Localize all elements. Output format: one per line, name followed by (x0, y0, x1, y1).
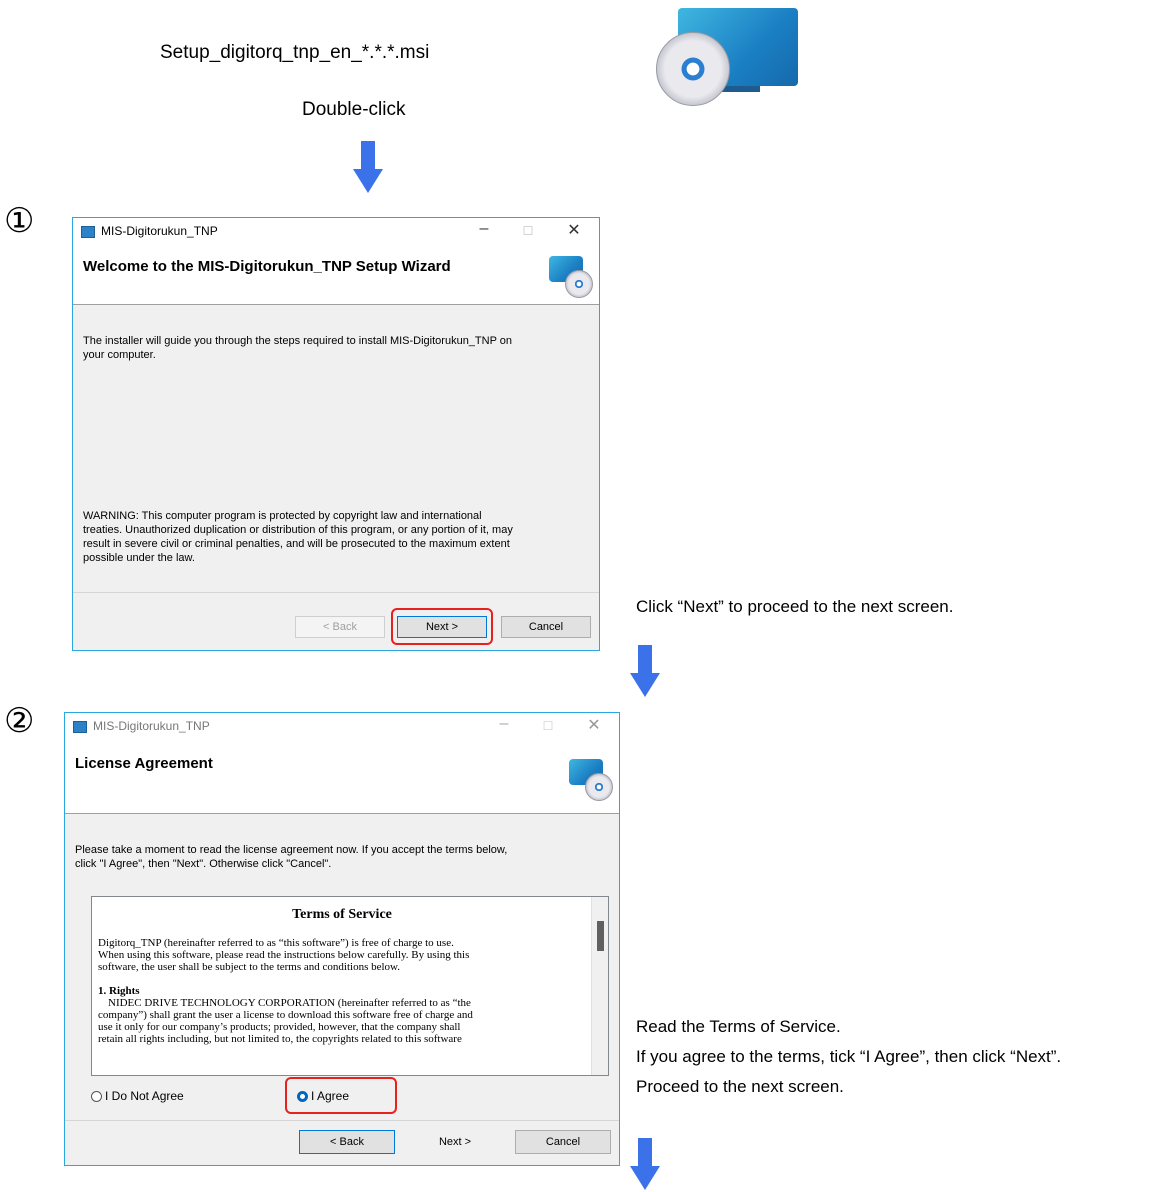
cancel-button[interactable]: Cancel (501, 616, 591, 638)
window-title: MIS-Digitorukun_TNP (101, 224, 218, 238)
close-icon[interactable]: ✕ (583, 715, 605, 735)
intro-line-1: The installer will guide you through the… (83, 335, 513, 347)
rights-line: retain all rights including, but not lim… (98, 1033, 462, 1045)
down-arrow-icon (630, 645, 660, 699)
terms-of-service-box[interactable]: Terms of Service Digitorq_TNP (hereinaft… (91, 896, 609, 1076)
terms-para-line: When using this software, please read th… (98, 949, 470, 961)
warning-line-3: result in severe civil or criminal penal… (83, 538, 510, 550)
rights-line: NIDEC DRIVE TECHNOLOGY CORPORATION (here… (108, 997, 471, 1009)
scrollbar-thumb[interactable] (597, 921, 604, 951)
app-icon (81, 226, 95, 238)
minimize-icon[interactable]: – (493, 715, 515, 733)
radio-label: I Do Not Agree (105, 1089, 184, 1103)
wizard-header: Welcome to the MIS-Digitorukun_TNP Setup… (73, 246, 599, 305)
wizard-header: License Agreement (65, 741, 619, 814)
down-arrow-icon (630, 1138, 660, 1192)
maximize-icon[interactable]: ☐ (517, 224, 539, 238)
title-bar: MIS-Digitorukun_TNP – ☐ ✕ (73, 218, 599, 246)
wizard-heading: License Agreement (75, 755, 213, 772)
setup-pc-icon[interactable] (650, 8, 800, 108)
step-1-instruction: Click “Next” to proceed to the next scre… (636, 597, 954, 616)
rights-heading: 1. Rights (98, 985, 140, 997)
next-button[interactable]: Next > (407, 1130, 503, 1154)
radio-unselected-icon (91, 1091, 102, 1102)
double-click-caption: Double-click (302, 99, 406, 120)
radio-i-do-not-agree[interactable]: I Do Not Agree (91, 1089, 184, 1103)
separator (65, 1120, 619, 1121)
installer-file-name: Setup_digitorq_tnp_en_*.*.*.msi (160, 42, 430, 63)
warning-line-4: possible under the law. (83, 552, 195, 564)
setup-pc-icon (567, 759, 613, 801)
next-highlight (391, 608, 493, 645)
step-2-instruction-2: If you agree to the terms, tick “I Agree… (636, 1047, 1062, 1066)
terms-para-line: software, the user shall be subject to t… (98, 961, 401, 973)
step-2-instruction-3: Proceed to the next screen. (636, 1077, 844, 1096)
setup-pc-icon (547, 256, 593, 298)
warning-line-2: treaties. Unauthorized duplication or di… (83, 524, 513, 536)
down-arrow-icon (353, 141, 383, 195)
i-agree-highlight (285, 1077, 397, 1114)
step-2-instruction-1: Read the Terms of Service. (636, 1017, 841, 1036)
license-agreement-window: MIS-Digitorukun_TNP – ☐ ✕ License Agreem… (64, 712, 620, 1166)
maximize-icon[interactable]: ☐ (537, 719, 559, 733)
app-icon (73, 721, 87, 733)
terms-para-line: Digitorq_TNP (hereinafter referred to as… (98, 937, 454, 949)
separator (73, 592, 599, 593)
title-bar: MIS-Digitorukun_TNP – ☐ ✕ (65, 713, 619, 741)
back-button[interactable]: < Back (299, 1130, 395, 1154)
warning-line-1: WARNING: This computer program is protec… (83, 510, 482, 522)
rights-line: company”) shall grant the user a license… (98, 1009, 473, 1021)
window-title: MIS-Digitorukun_TNP (93, 719, 210, 733)
intro-line-1: Please take a moment to read the license… (75, 844, 508, 856)
terms-title: Terms of Service (292, 907, 392, 922)
intro-line-2: click "I Agree", then "Next". Otherwise … (75, 858, 332, 870)
rights-line: use it only for our company’s products; … (98, 1021, 461, 1033)
close-icon[interactable]: ✕ (563, 220, 585, 240)
wizard-heading: Welcome to the MIS-Digitorukun_TNP Setup… (83, 258, 451, 275)
step-2-number: ② (4, 701, 35, 741)
step-1-number: ① (4, 201, 35, 241)
cancel-button[interactable]: Cancel (515, 1130, 611, 1154)
terms-scrollbar[interactable] (591, 897, 608, 1075)
minimize-icon[interactable]: – (473, 220, 495, 238)
intro-line-2: your computer. (83, 349, 156, 361)
back-button[interactable]: < Back (295, 616, 385, 638)
setup-wizard-welcome-window: MIS-Digitorukun_TNP – ☐ ✕ Welcome to the… (72, 217, 600, 651)
